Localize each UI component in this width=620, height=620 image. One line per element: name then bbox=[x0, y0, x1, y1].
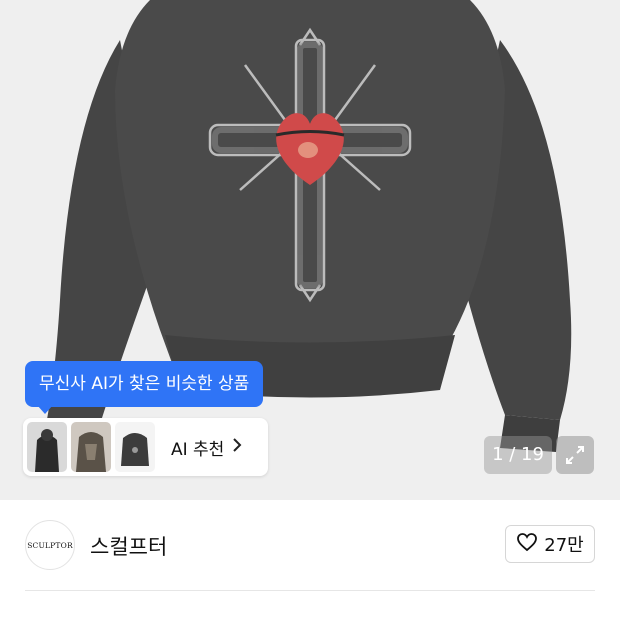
brand-logo-text: SCULPTOR bbox=[27, 540, 73, 550]
chevron-right-icon bbox=[232, 437, 242, 457]
expand-icon[interactable] bbox=[556, 436, 594, 474]
image-counter: 1 / 19 bbox=[484, 436, 552, 474]
recommend-thumb-3[interactable] bbox=[115, 422, 155, 472]
like-count: 27만 bbox=[544, 535, 584, 556]
divider bbox=[25, 590, 595, 591]
ai-tooltip: 무신사 AI가 찾은 비슷한 상품 bbox=[25, 361, 264, 407]
recommend-thumb-2[interactable] bbox=[71, 422, 111, 472]
recommend-thumb-1[interactable] bbox=[27, 422, 67, 472]
ai-tooltip-tail bbox=[37, 405, 53, 414]
heart-outline-icon bbox=[516, 532, 538, 556]
like-button[interactable]: 27만 bbox=[505, 525, 595, 563]
ai-recommend-button[interactable]: AI 추천 bbox=[23, 418, 268, 476]
ai-recommend-label: AI 추천 bbox=[171, 439, 225, 460]
brand-logo[interactable]: SCULPTOR bbox=[25, 520, 75, 570]
brand-name[interactable]: 스컬프터 bbox=[90, 531, 167, 561]
